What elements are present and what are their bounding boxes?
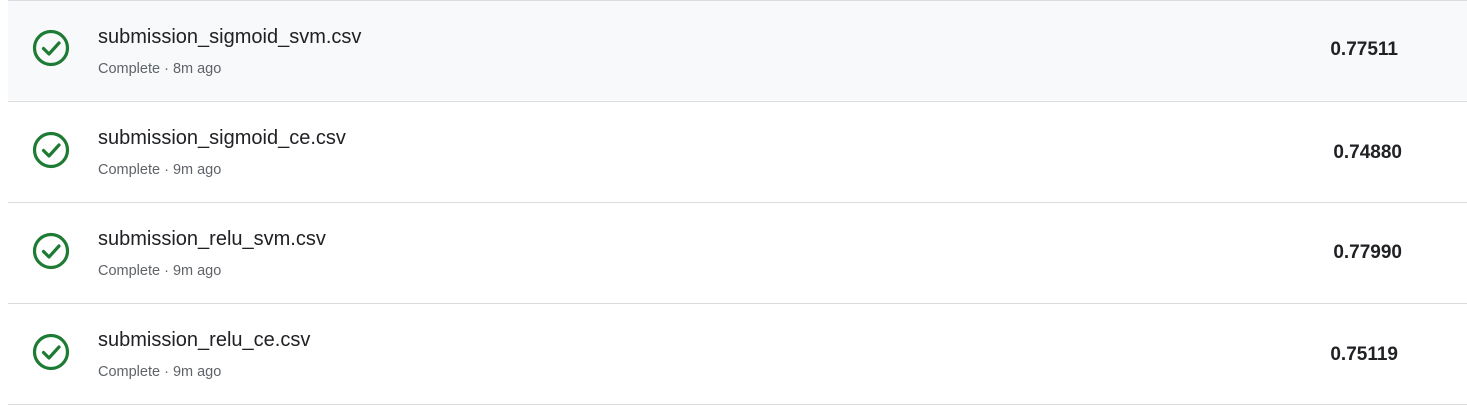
submission-row[interactable]: submission_sigmoid_ce.csv Complete · 9m … xyxy=(8,101,1467,201)
submission-score: 0.75119 xyxy=(1330,344,1398,365)
submission-status: Complete · 9m ago xyxy=(98,162,222,178)
submission-row[interactable]: submission_sigmoid_svm.csv Complete · 8m… xyxy=(8,0,1467,100)
check-circle-icon xyxy=(31,231,71,271)
submission-row[interactable]: submission_relu_svm.csv Complete · 9m ag… xyxy=(8,202,1467,302)
submissions-list: submission_sigmoid_svm.csv Complete · 8m… xyxy=(0,0,1467,406)
check-circle-icon xyxy=(31,130,71,170)
submission-row[interactable]: submission_relu_ce.csv Complete · 9m ago… xyxy=(8,303,1467,405)
submission-filename[interactable]: submission_relu_svm.csv xyxy=(98,227,326,251)
submission-status: Complete · 9m ago xyxy=(98,263,222,279)
submission-filename[interactable]: submission_relu_ce.csv xyxy=(98,328,310,352)
submission-score: 0.74880 xyxy=(1333,142,1402,163)
submission-score: 0.77990 xyxy=(1333,242,1402,263)
submission-filename[interactable]: submission_sigmoid_ce.csv xyxy=(98,126,346,150)
check-circle-icon xyxy=(31,28,71,68)
submission-status: Complete · 9m ago xyxy=(98,364,222,380)
submission-status: Complete · 8m ago xyxy=(98,61,222,77)
check-circle-icon xyxy=(31,332,71,372)
submission-score: 0.77511 xyxy=(1330,39,1398,60)
submission-filename[interactable]: submission_sigmoid_svm.csv xyxy=(98,25,361,49)
